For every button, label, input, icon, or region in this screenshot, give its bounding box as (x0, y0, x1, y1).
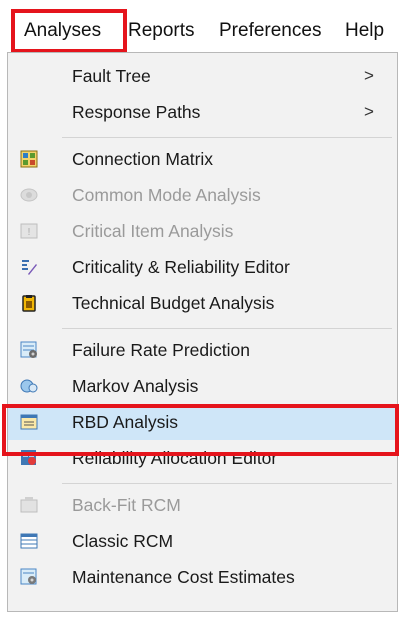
failure-rate-icon (20, 341, 37, 358)
menu-item-label: Maintenance Cost Estimates (72, 567, 295, 587)
menu-analyses[interactable]: Analyses (12, 11, 125, 51)
svg-text:!: ! (27, 227, 31, 238)
menu-item-technical-budget-analysis[interactable]: Technical Budget Analysis (8, 285, 397, 321)
menu-help[interactable]: Help (345, 11, 384, 51)
menu-item-label: Critical Item Analysis (72, 221, 234, 241)
menu-separator (62, 328, 392, 329)
criticality-editor-icon (22, 260, 37, 275)
menu-item-label: Common Mode Analysis (72, 185, 261, 205)
maintenance-cost-icon (20, 568, 37, 585)
menu-preferences[interactable]: Preferences (219, 11, 321, 51)
menu-item-label: Criticality & Reliability Editor (72, 257, 290, 277)
menu-separator (62, 483, 392, 484)
submenu-arrow-icon: > (364, 102, 374, 121)
classic-rcm-icon (20, 533, 38, 549)
technical-budget-icon (22, 295, 36, 312)
menu-reports[interactable]: Reports (128, 11, 195, 51)
menu-item-common-mode-analysis: Common Mode Analysis (8, 177, 397, 213)
menu-item-maintenance-cost-estimates[interactable]: Maintenance Cost Estimates (8, 559, 397, 595)
menu-item-failure-rate-prediction[interactable]: Failure Rate Prediction (8, 332, 397, 368)
menu-item-markov-analysis[interactable]: Markov Analysis (8, 368, 397, 404)
menu-item-label: Classic RCM (72, 531, 174, 551)
menu-item-label: Markov Analysis (72, 376, 199, 396)
rbd-icon (20, 414, 38, 430)
menu-item-back-fit-rcm: Back-Fit RCM (8, 487, 397, 523)
menu-item-critical-item-analysis: ! Critical Item Analysis (8, 213, 397, 249)
menu-item-criticality-reliability-editor[interactable]: Criticality & Reliability Editor (8, 249, 397, 285)
menu-item-reliability-allocation-editor[interactable]: Reliability Allocation Editor (8, 440, 397, 476)
submenu-arrow-icon: > (364, 66, 374, 85)
connection-matrix-icon (20, 150, 38, 168)
menu-item-rbd-analysis[interactable]: RBD Analysis (8, 404, 397, 440)
menu-item-label: Connection Matrix (72, 149, 214, 169)
back-fit-rcm-icon (20, 497, 38, 513)
menu-item-classic-rcm[interactable]: Classic RCM (8, 523, 397, 559)
markov-icon (20, 379, 38, 393)
menu-item-label: RBD Analysis (72, 412, 179, 432)
menu-item-label: Failure Rate Prediction (72, 340, 250, 360)
menu-bar: Analyses Reports Preferences Help (0, 0, 399, 52)
menu-separator (62, 137, 392, 138)
analyses-dropdown-menu: Fault Tree > Response Paths > Connection… (7, 52, 398, 612)
reliability-allocation-icon (21, 450, 36, 465)
menu-item-label: Response Paths (72, 102, 201, 122)
menu-item-label: Reliability Allocation Editor (72, 448, 278, 468)
common-mode-icon (20, 188, 38, 202)
menu-item-label: Fault Tree (72, 66, 151, 86)
menu-item-connection-matrix[interactable]: Connection Matrix (8, 141, 397, 177)
menu-item-fault-tree[interactable]: Fault Tree > (8, 58, 397, 94)
critical-item-icon: ! (20, 223, 38, 239)
menu-item-label: Back-Fit RCM (72, 495, 181, 515)
menu-item-label: Technical Budget Analysis (72, 293, 275, 313)
menu-item-response-paths[interactable]: Response Paths > (8, 94, 397, 130)
